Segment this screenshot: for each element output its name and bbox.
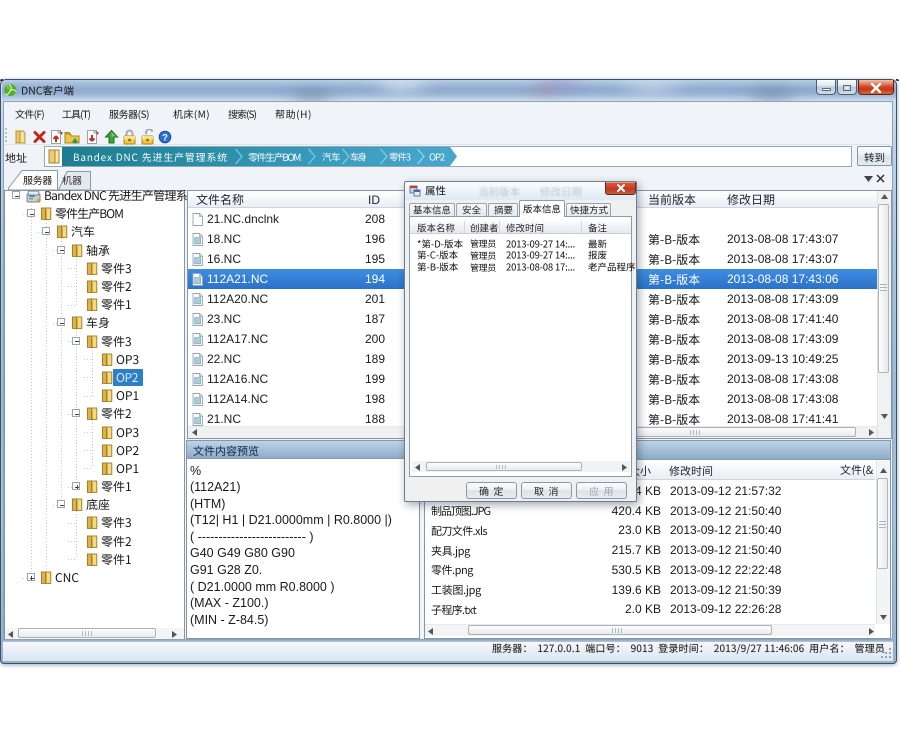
svg-text:?: ? xyxy=(162,132,168,143)
